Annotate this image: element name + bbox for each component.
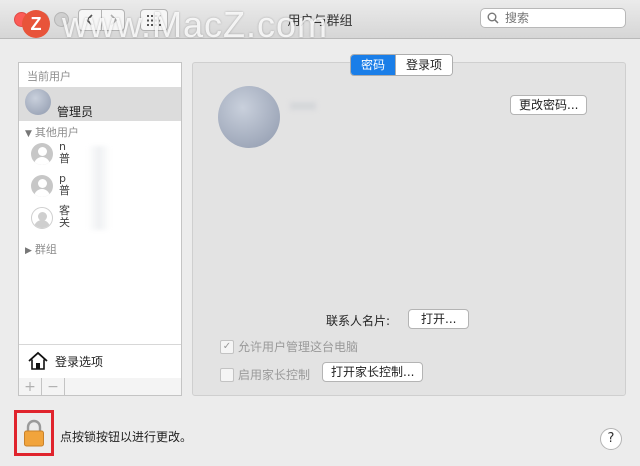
groups-header: 群组 (34, 243, 57, 256)
parental-controls-label: 启用家长控制 (238, 368, 311, 382)
other-users-section[interactable]: ▼ 其他用户 (25, 124, 79, 140)
current-users-header: 当前用户 (27, 70, 71, 83)
current-user-item[interactable]: 管理员 (19, 87, 181, 121)
tab-bar: 密码 登录项 (350, 54, 454, 76)
disclosure-closed-icon: ▶ (25, 246, 32, 256)
login-options-item[interactable]: 登录选项 (19, 344, 181, 377)
other-users-header: 其他用户 (34, 126, 79, 139)
allow-admin-row: ✓ 允许用户管理这台电脑 (220, 338, 358, 355)
lock-icon (24, 419, 44, 447)
watermark: www.MacZ.com (62, 4, 329, 45)
redacted-user-name (290, 102, 316, 110)
login-options-label: 登录选项 (55, 354, 104, 369)
user-type-fragment: 普 (59, 152, 70, 165)
house-icon (28, 351, 48, 370)
lock-button[interactable] (14, 410, 54, 456)
tab-password[interactable]: 密码 (351, 55, 396, 75)
contact-card-label: 联系人名片: (326, 314, 391, 328)
user-avatar-icon (31, 143, 53, 165)
add-user-button[interactable]: + (19, 378, 42, 395)
user-avatar (25, 89, 51, 115)
change-password-button[interactable]: 更改密码... (510, 95, 588, 115)
user-profile-picture[interactable] (218, 86, 280, 148)
user-type-fragment: 普 (59, 184, 70, 197)
allow-admin-checkbox[interactable]: ✓ (220, 339, 234, 354)
search-input[interactable] (503, 10, 617, 26)
help-button[interactable]: ? (600, 428, 622, 450)
parental-controls-row: 启用家长控制 (220, 366, 310, 383)
user-type-fragment: 关 (59, 216, 70, 229)
add-remove-bar: + − (18, 378, 182, 396)
open-contact-button[interactable]: 打开... (408, 309, 470, 329)
parental-controls-checkbox[interactable] (220, 367, 234, 382)
allow-admin-label: 允许用户管理这台电脑 (238, 340, 359, 354)
lock-instruction-text: 点按锁按钮以进行更改。 (60, 430, 193, 444)
title-bar: Z 用户与群组 www.MacZ.com (0, 0, 640, 45)
user-avatar-icon (31, 175, 53, 197)
search-field[interactable] (480, 8, 626, 28)
guest-avatar-icon (31, 207, 53, 229)
disclosure-open-icon: ▼ (25, 129, 32, 139)
search-icon (487, 12, 499, 24)
remove-user-button[interactable]: − (42, 378, 65, 395)
redaction-blur (88, 146, 110, 230)
groups-section[interactable]: ▶ 群组 (25, 241, 57, 257)
tab-login-items[interactable]: 登录项 (395, 55, 453, 75)
current-user-role: 管理员 (57, 105, 94, 119)
open-parental-controls-button[interactable]: 打开家长控制... (322, 362, 424, 382)
